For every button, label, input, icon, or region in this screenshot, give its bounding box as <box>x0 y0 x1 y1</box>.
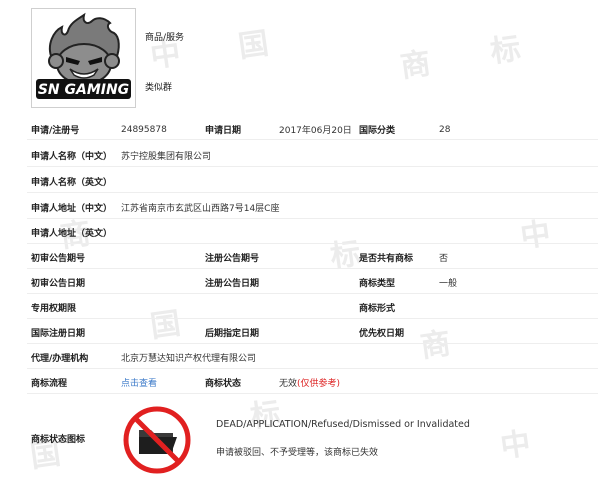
status-detail-english: DEAD/APPLICATION/Refused/Dismissed or In… <box>216 419 470 430</box>
trademark-detail-page: SN GAMING 商品/服务 类似群 申请/注册号 24895878 申请日期… <box>27 0 598 481</box>
status-detail-chinese: 申请被驳回、不予受理等，该商标已失效 <box>216 448 379 458</box>
similar-group-label: 类似群 <box>145 83 173 93</box>
process-view-link[interactable]: 点击查看 <box>121 376 157 389</box>
row-registration: 申请/注册号 24895878 申请日期 2017年06月20日 国际分类 28 <box>27 120 598 140</box>
applicant-cn-label: 申请人名称（中文） <box>31 152 113 162</box>
row-publication-no: 初审公告期号 注册公告期号 是否共有商标 否 <box>27 247 598 269</box>
row-applicant-cn: 申请人名称（中文） 苏宁控股集团有限公司 <box>27 145 598 167</box>
agent-value: 北京万慧达知识产权代理有限公司 <box>121 354 257 364</box>
row-exclusive-period: 专用权期限 商标形式 <box>27 297 598 319</box>
row-applicant-en: 申请人名称（英文） <box>27 171 598 193</box>
status-icon-label: 商标状态图标 <box>31 435 86 445</box>
status-badge: 无效(仅供参考) <box>279 376 340 389</box>
applicant-cn-value: 苏宁控股集团有限公司 <box>121 152 212 162</box>
intl-class-label: 国际分类 <box>359 126 396 136</box>
trademark-logo: SN GAMING <box>31 8 136 108</box>
invalidated-folder-icon <box>123 406 191 474</box>
address-en-label: 申请人地址（英文） <box>31 229 113 239</box>
row-publication-date: 初审公告日期 注册公告日期 商标类型 一般 <box>27 272 598 294</box>
address-cn-value: 江苏省南京市玄武区山西路7号14层C座 <box>121 204 280 214</box>
intl-class-value: 28 <box>439 124 451 135</box>
row-dates: 国际注册日期 后期指定日期 优先权日期 <box>27 322 598 344</box>
reg-pub-date-label: 注册公告日期 <box>205 279 260 289</box>
reg-pub-no-label: 注册公告期号 <box>205 254 260 264</box>
later-date-label: 后期指定日期 <box>205 329 260 339</box>
status-label: 商标状态 <box>205 379 242 389</box>
shared-label: 是否共有商标 <box>359 254 414 264</box>
intl-reg-date-label: 国际注册日期 <box>31 329 86 339</box>
prelim-pub-no-label: 初审公告期号 <box>31 254 86 264</box>
tm-type-value: 一般 <box>439 279 458 289</box>
process-label: 商标流程 <box>31 379 68 389</box>
row-status-icon: 商标状态图标 <box>27 398 598 478</box>
tm-type-label: 商标类型 <box>359 279 396 289</box>
status-value: 无效 <box>279 379 298 389</box>
reg-no-label: 申请/注册号 <box>31 126 80 136</box>
row-address-en: 申请人地址（英文） <box>27 222 598 244</box>
prelim-pub-date-label: 初审公告日期 <box>31 279 86 289</box>
address-cn-label: 申请人地址（中文） <box>31 204 113 214</box>
apply-date-value: 2017年06月20日 <box>279 126 352 136</box>
row-address-cn: 申请人地址（中文） 江苏省南京市玄武区山西路7号14层C座 <box>27 197 598 219</box>
priority-date-label: 优先权日期 <box>359 329 405 339</box>
row-agent: 代理/办理机构 北京万慧达知识产权代理有限公司 <box>27 347 598 369</box>
row-process-status: 商标流程 点击查看 商标状态 无效(仅供参考) <box>27 372 598 394</box>
apply-date-label: 申请日期 <box>205 126 242 136</box>
goods-services-label: 商品/服务 <box>145 33 185 43</box>
agent-label: 代理/办理机构 <box>31 354 89 364</box>
shared-value: 否 <box>439 254 449 264</box>
status-reference-note: (仅供参考) <box>297 379 341 389</box>
reg-no-value: 24895878 <box>121 124 167 135</box>
logo-text: SN GAMING <box>38 82 129 98</box>
tm-form-label: 商标形式 <box>359 304 396 314</box>
exclusive-period-label: 专用权期限 <box>31 304 77 314</box>
applicant-en-label: 申请人名称（英文） <box>31 178 113 188</box>
sn-gaming-logo-icon: SN GAMING <box>36 12 131 99</box>
